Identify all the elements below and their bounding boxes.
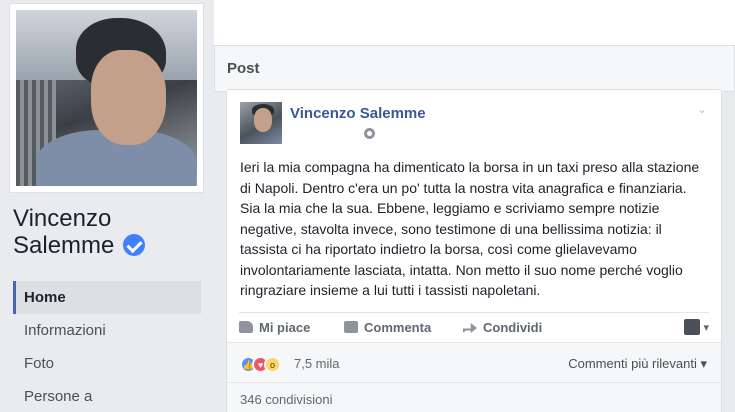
share-arrow-icon <box>463 323 477 333</box>
profile-name-line1: Vincenzo <box>13 205 112 232</box>
section-title: Post <box>227 60 260 77</box>
page-nav: Home Informazioni Foto Persone a <box>13 281 201 412</box>
verified-badge-icon <box>123 234 146 256</box>
page-avatar-icon <box>684 319 701 335</box>
comment-icon <box>344 321 358 333</box>
caret-down-icon: ▾ <box>700 356 707 371</box>
nav-item-home[interactable]: Home <box>13 281 201 314</box>
comment-label: Commenta <box>364 320 432 335</box>
comment-button[interactable]: Commenta <box>344 320 431 335</box>
post-author[interactable]: Vincenzo Salemme <box>290 105 426 122</box>
author-avatar[interactable] <box>240 102 282 144</box>
nav-item-informazioni[interactable]: Informazioni <box>13 314 201 347</box>
reactions-bar: 👍 ♥ o 7,5 mila Commenti più rilevanti ▾ <box>227 342 721 382</box>
share-label: Condividi <box>483 320 543 335</box>
like-button[interactable]: Mi piace <box>239 320 310 335</box>
comments-sort[interactable]: Commenti più rilevanti ▾ <box>568 356 707 372</box>
page-switcher[interactable]: ▾ <box>684 319 709 335</box>
globe-icon[interactable] <box>364 128 375 139</box>
cover-area <box>214 0 735 46</box>
post-actions: Mi piace Commenta Condividi ▾ <box>239 312 709 340</box>
post-text: Ieri la mia compagna ha dimenticato la b… <box>240 159 700 298</box>
profile-name-line2: Salemme <box>13 232 115 259</box>
like-label: Mi piace <box>259 320 311 335</box>
comments-sort-label: Commenti più rilevanti <box>568 356 697 371</box>
chevron-down-icon[interactable]: ⌄ <box>697 102 707 116</box>
reactions-count[interactable]: 7,5 mila <box>294 356 340 371</box>
nav-item-foto[interactable]: Foto <box>13 347 201 380</box>
shares-count[interactable]: 346 condivisioni <box>240 392 333 407</box>
profile-photo <box>16 10 197 186</box>
share-button[interactable]: Condividi <box>463 320 542 335</box>
posts-section-header: Post <box>214 46 735 92</box>
reaction-icons[interactable]: 👍 ♥ o <box>240 355 281 373</box>
left-column: Vincenzo Salemme Home Informazioni Foto … <box>0 0 214 412</box>
post-card: Vincenzo Salemme ⌄ Ieri la mia compagna … <box>226 89 722 412</box>
profile-name: Vincenzo Salemme <box>13 205 146 259</box>
thumbs-up-icon <box>239 321 253 333</box>
wow-reaction-icon: o <box>264 356 281 373</box>
nav-item-persone[interactable]: Persone a <box>13 380 201 412</box>
profile-picture[interactable] <box>10 4 203 192</box>
